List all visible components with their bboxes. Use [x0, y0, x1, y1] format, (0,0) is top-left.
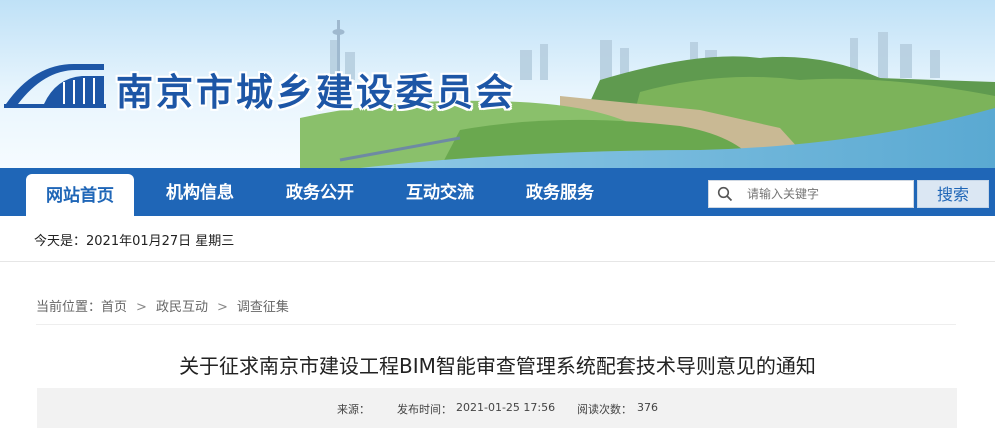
date-bar: 今天是：2021年01月27日 星期三 [0, 216, 995, 262]
nav-item-interaction[interactable]: 互动交流 [386, 168, 494, 216]
publish-time-value: 2021-01-25 17:56 [456, 401, 556, 414]
logo-icon [4, 64, 106, 108]
view-count-label: 阅读次数： [577, 403, 632, 416]
breadcrumb-prefix: 当前位置： [36, 300, 102, 315]
breadcrumb-separator: > [136, 300, 147, 315]
breadcrumb-item-interaction[interactable]: 政民互动 [156, 296, 208, 315]
search-icon [717, 186, 733, 202]
breadcrumb-item-home[interactable]: 首页 [101, 296, 127, 315]
breadcrumb-separator: > [216, 300, 228, 315]
view-count-value: 376 [637, 401, 658, 414]
search-box [708, 180, 914, 208]
nav-item-home[interactable]: 网站首页 [26, 174, 134, 216]
source-label: 来源： [337, 403, 370, 416]
divider [36, 324, 956, 325]
article-meta-bar: 来源： 发布时间： 2021-01-25 17:56 阅读次数： 376 [37, 388, 957, 428]
current-date: 今天是：2021年01月27日 星期三 [34, 234, 235, 249]
search-input[interactable] [747, 181, 907, 207]
search-button[interactable]: 搜索 [917, 180, 989, 208]
header-banner: 南京市城乡建设委员会 [0, 0, 995, 168]
nav-item-services[interactable]: 政务服务 [506, 168, 614, 216]
article-title: 关于征求南京市建设工程BIM智能审查管理系统配套技术导则意见的通知 [179, 354, 816, 378]
nav-item-organization[interactable]: 机构信息 [146, 168, 254, 216]
publish-time-label: 发布时间： [397, 403, 452, 416]
site-title: 南京市城乡建设委员会 [116, 70, 516, 114]
nav-item-government-affairs[interactable]: 政务公开 [266, 168, 374, 216]
breadcrumb-item-survey[interactable]: 调查征集 [237, 296, 289, 315]
breadcrumb: 当前位置：首页 > 政民互动 > 调查征集 [36, 296, 289, 315]
